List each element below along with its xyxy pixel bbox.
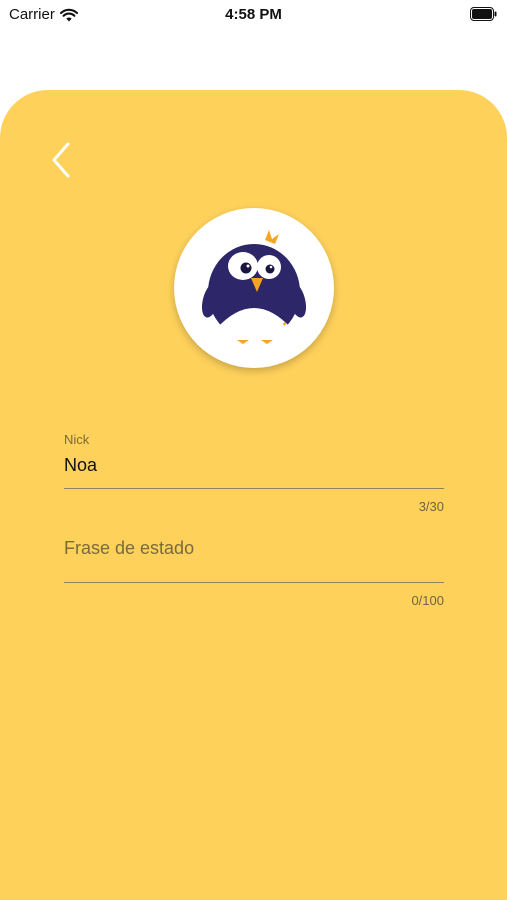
nick-label: Nick bbox=[64, 432, 90, 447]
profile-edit-panel: Nick 3/30 0/100 bbox=[0, 90, 507, 900]
back-button[interactable] bbox=[44, 140, 78, 180]
status-time: 4:58 PM bbox=[225, 6, 282, 23]
status-phrase-counter: 0/100 bbox=[411, 593, 444, 608]
status-bar: Carrier 4:58 PM bbox=[0, 0, 507, 28]
nick-input[interactable] bbox=[64, 452, 444, 478]
status-phrase-field: 0/100 bbox=[64, 534, 444, 608]
nick-counter: 3/30 bbox=[418, 499, 444, 514]
chevron-left-icon bbox=[52, 142, 70, 178]
nick-underline bbox=[64, 488, 444, 489]
nick-field: Nick 3/30 bbox=[64, 432, 444, 514]
penguin-avatar-icon bbox=[201, 230, 307, 344]
status-phrase-input[interactable] bbox=[64, 534, 444, 562]
status-phrase-underline bbox=[64, 582, 444, 583]
battery-icon bbox=[470, 7, 497, 21]
avatar[interactable] bbox=[174, 208, 334, 368]
